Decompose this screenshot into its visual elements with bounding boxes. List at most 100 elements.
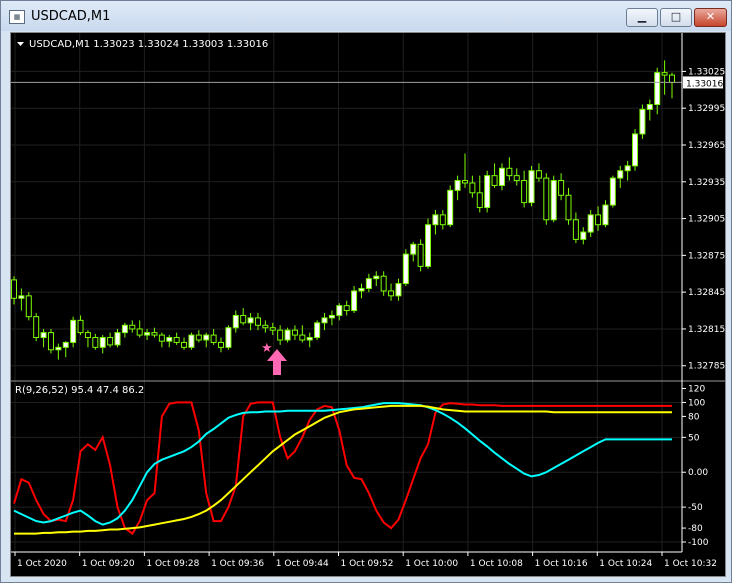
candle-body [151,332,158,336]
candle-body [343,305,350,312]
indicator-medium-line [13,402,672,526]
candle-body [373,275,380,280]
candle-body [33,316,40,339]
candle-body [388,290,395,297]
candle-body [476,192,483,209]
candle-body [232,314,239,329]
indicator-slow-line [14,404,672,535]
candle-body [617,170,624,179]
candle-body [535,170,542,179]
price-tick-label: 1.32995 [688,104,725,114]
close-icon: ✕ [705,10,716,23]
candle-body [654,72,661,106]
candle-body [351,290,358,312]
price-axis: 1.33025 1.32995 1.32965 1.32935 1.32905 1.328… [682,67,725,372]
candle-body [521,180,528,204]
minimize-button[interactable]: ▁ [626,8,658,27]
indicator-lines [13,401,672,536]
candle-body [84,332,91,339]
candle-body [144,332,151,336]
candle-body [506,167,513,177]
symbol-dropdown[interactable] [17,42,24,46]
candle-body [247,317,254,324]
price-tick-label: 1.33025 [688,67,725,77]
close-button[interactable]: ✕ [694,8,727,27]
candle-body [121,324,128,334]
candle-body [484,175,491,209]
candle-body [62,341,69,348]
indicator-tick-label: 80 [688,412,700,422]
candle-body [402,253,409,285]
window-title: USDCAD,M1 [31,9,111,24]
candle-body [632,133,639,167]
candle-body [646,104,653,110]
candle-body [358,287,365,292]
indicator-fast-line [13,401,672,536]
candle-body [580,231,587,240]
chart-canvas[interactable]: 1.33025 1.32995 1.32965 1.32935 1.32905 1.328… [11,33,725,576]
candle-body [461,180,468,184]
candle-body [291,329,298,336]
candle-body [491,175,498,186]
time-tick-label: 1 Oct 10:00 [405,559,458,569]
price-tick-label: 1.32815 [688,325,725,335]
candle-body [328,314,335,319]
time-tick-label: 1 Oct 10:32 [664,559,717,569]
candle-body [447,189,454,226]
price-tick-label: 1.32905 [688,215,725,225]
candles [11,60,675,360]
price-tick-label: 1.32965 [688,141,725,151]
candle-body [47,332,54,351]
candle-body [454,180,461,191]
minimize-icon: ▁ [637,10,647,23]
candle-body [498,167,505,186]
time-tick-label: 1 Oct 09:52 [341,559,394,569]
candle-body [99,337,106,348]
candle-body [669,74,675,83]
candle-body [166,337,173,342]
time-tick-label: 1 Oct 2020 [17,559,67,569]
candle-body [602,204,609,226]
time-tick-label: 1 Oct 09:20 [82,559,135,569]
symbol-info: USDCAD,M1 1.33023 1.33024 1.33003 1.3301… [29,39,268,50]
candle-body [365,278,372,289]
dropdown-triangle-icon [17,42,24,46]
time-tick-label: 1 Oct 09:44 [276,559,329,569]
price-tick-label: 1.32845 [688,288,725,298]
candle-body [114,332,121,346]
candle-body [469,182,476,194]
maximize-button[interactable]: □ [660,8,692,27]
candle-body [277,329,284,341]
candle-body [136,328,143,336]
chart-area[interactable]: 1.33025 1.32995 1.32965 1.32935 1.32905 1.328… [10,32,726,577]
candle-body [558,180,565,196]
time-tick-label: 1 Oct 10:16 [535,559,588,569]
candle-body [417,243,424,267]
candle-body [306,337,313,341]
indicator-tick-label: -50 [688,503,703,513]
time-tick-label: 1 Oct 10:24 [599,559,652,569]
candle-body [210,334,217,343]
candle-body [439,214,446,226]
candle-body [336,305,343,316]
candle-body [158,334,165,342]
candle-body [218,341,225,348]
indicator-tick-label: -80 [688,524,703,534]
candle-body [550,180,557,221]
candle-body [395,283,402,297]
time-tick-label: 1 Oct 09:28 [146,559,199,569]
maximize-icon: □ [670,10,682,23]
candle-body [624,165,631,172]
candle-body [262,324,269,329]
star-icon: ★ [261,341,273,356]
chart-window-icon: ▦ [9,10,25,24]
candle-body [70,319,77,343]
time-tick-label: 1 Oct 09:36 [211,559,264,569]
indicator-label: R(9,26,52) 95.4 47.4 86.2 [15,385,144,396]
candle-body [129,324,136,330]
candle-body [188,334,195,348]
title-bar[interactable]: ▦ USDCAD,M1 ▁ □ ✕ [1,1,731,31]
indicator-tick-label: 50 [688,433,700,443]
candle-body [40,332,47,339]
candle-body [380,275,387,292]
